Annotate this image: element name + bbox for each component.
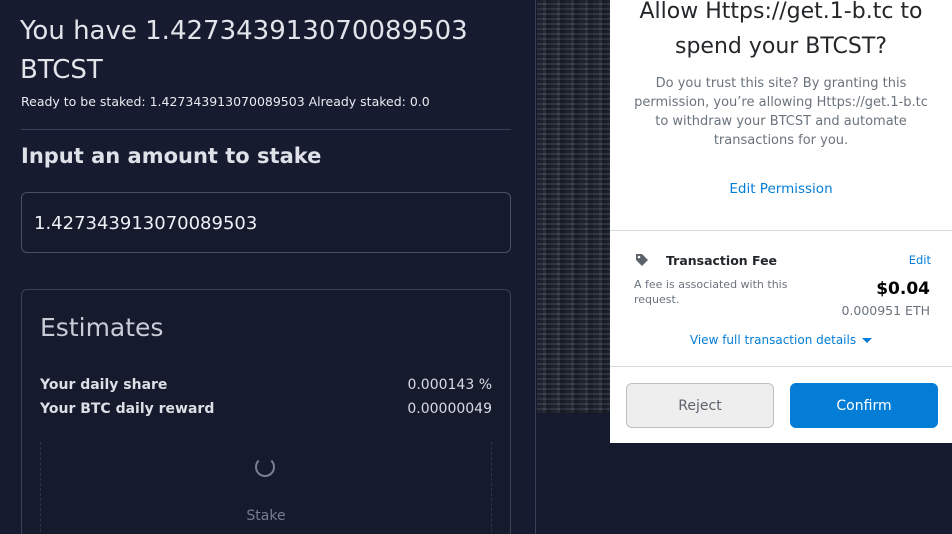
view-transaction-details-link[interactable]: View full transaction details [610,333,952,347]
edit-permission-link[interactable]: Edit Permission [610,181,952,197]
confirm-button[interactable]: Confirm [790,383,938,428]
btc-daily-reward-row: Your BTC daily reward 0.00000049 [40,401,492,417]
transaction-fee-label: Transaction Fee [666,253,778,268]
amount-field-container [21,192,511,253]
daily-share-row: Your daily share 0.000143 % [40,377,492,393]
approval-popup: Allow Https://get.1-b.tc to spend your B… [610,0,952,443]
chevron-down-icon [862,338,873,343]
tag-icon [636,254,648,266]
btc-daily-reward-label: Your BTC daily reward [40,401,215,417]
fee-eth-amount: 0.000951 ETH [841,303,930,318]
estimates-title: Estimates [40,313,164,342]
daily-share-value: 0.000143 % [407,377,492,393]
btc-daily-reward-value: 0.00000049 [407,401,492,417]
loading-spinner-icon [255,457,275,477]
stake-action-area: Stake [40,442,492,534]
background-area [610,443,952,534]
fee-note: A fee is associated with this request. [634,278,788,306]
estimates-card: Estimates Your daily share 0.000143 % Yo… [21,289,511,534]
divider [610,230,952,231]
stake-button[interactable]: Stake [216,508,316,524]
background-image [537,0,610,413]
balance-headline: You have 1.427343913070089503 BTCST [20,16,468,85]
reject-button[interactable]: Reject [626,383,774,428]
panel-divider [535,0,536,534]
amount-input[interactable] [34,209,494,237]
view-details-label: View full transaction details [689,333,857,347]
popup-description: Do you trust this site? By granting this… [634,76,928,148]
staking-panel: You have 1.427343913070089503 BTCST Read… [0,0,535,534]
daily-share-label: Your daily share [40,377,168,393]
staking-status: Ready to be staked: 1.427343913070089503… [21,94,430,109]
divider [610,366,952,367]
popup-title: Allow Https://get.1-b.tc to spend your B… [639,0,923,59]
edit-fee-link[interactable]: Edit [909,253,931,267]
divider [21,129,511,130]
fee-usd-amount: $0.04 [876,279,930,299]
amount-input-label: Input an amount to stake [21,144,322,168]
